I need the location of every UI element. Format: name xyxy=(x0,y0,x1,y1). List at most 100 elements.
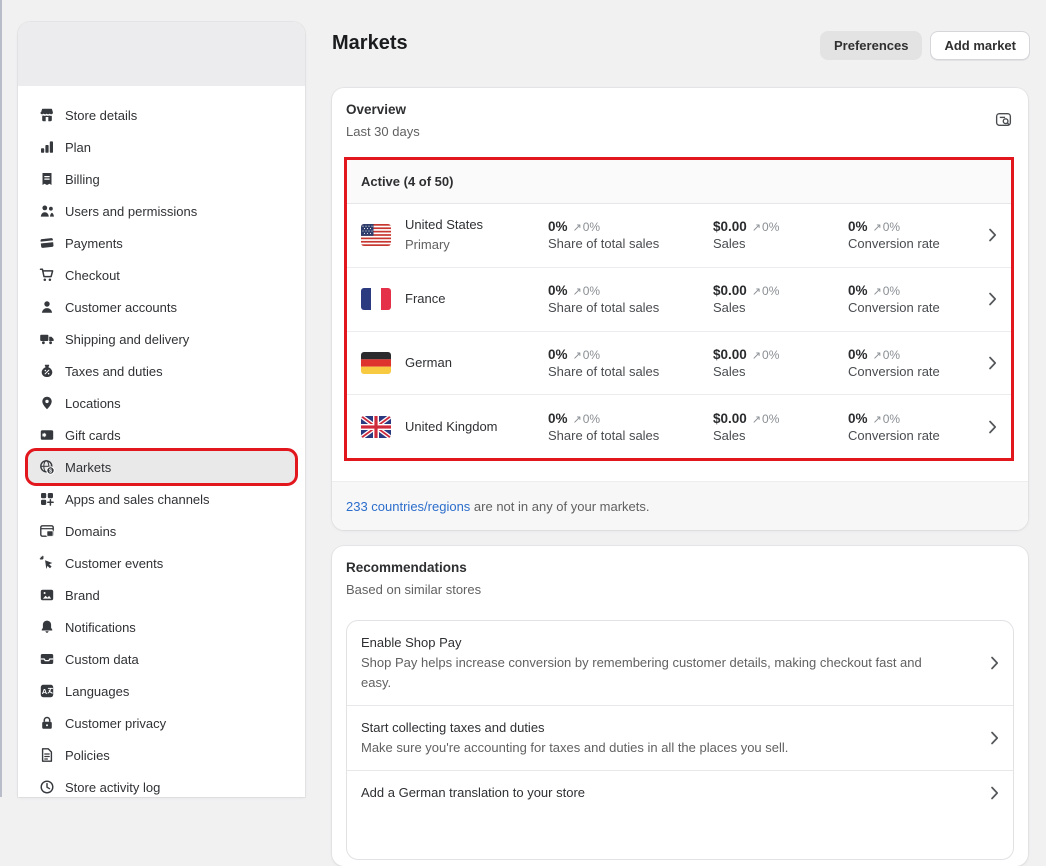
market-row-united-kingdom[interactable]: United Kingdom 0%↗0% Share of total sale… xyxy=(347,394,1011,458)
sidebar-item-customer-privacy[interactable]: Customer privacy xyxy=(28,707,295,739)
truck-icon xyxy=(38,331,55,348)
location-pin-icon xyxy=(38,395,55,412)
sidebar-item-label: Customer privacy xyxy=(65,716,166,731)
sidebar-item-label: Customer events xyxy=(65,556,163,571)
sidebar-item-locations[interactable]: Locations xyxy=(28,387,295,419)
sidebar-item-customer-events[interactable]: Customer events xyxy=(28,547,295,579)
sidebar-item-label: Brand xyxy=(65,588,100,603)
person-icon xyxy=(38,299,55,316)
header-actions: Preferences Add market xyxy=(820,31,1030,60)
custom-data-icon xyxy=(38,651,55,668)
recommendation-description: Make sure you're accounting for taxes an… xyxy=(361,738,939,758)
stat-sales: $0.00↗0% Sales xyxy=(713,283,848,315)
market-row-france[interactable]: France 0%↗0% Share of total sales $0.00↗… xyxy=(347,267,1011,331)
translate-icon: A xyxy=(38,683,55,700)
recommendation-add-german-translation[interactable]: Add a German translation to your store xyxy=(347,770,1013,815)
sidebar-item-billing[interactable]: Billing xyxy=(28,163,295,195)
trend-up-icon: ↗ xyxy=(873,221,882,234)
stat-share-of-total-sales: 0%↗0% Share of total sales xyxy=(548,283,713,315)
sidebar-item-label: Payments xyxy=(65,236,123,251)
apps-grid-icon xyxy=(38,491,55,508)
sidebar-item-store-details[interactable]: Store details xyxy=(28,99,295,131)
recommendation-enable-shop-pay[interactable]: Enable Shop Pay Shop Pay helps increase … xyxy=(347,621,1013,705)
trend-up-icon: ↗ xyxy=(573,413,582,426)
trend-up-icon: ↗ xyxy=(752,285,761,298)
market-row-german[interactable]: German 0%↗0% Share of total sales $0.00↗… xyxy=(347,331,1011,395)
sidebar-item-label: Custom data xyxy=(65,652,139,667)
bell-icon xyxy=(38,619,55,636)
sidebar-item-policies[interactable]: Policies xyxy=(28,739,295,771)
overview-card: Overview Last 30 days Active (4 of 50) U… xyxy=(332,88,1028,530)
sidebar-item-checkout[interactable]: Checkout xyxy=(28,259,295,291)
sidebar-item-users-and-permissions[interactable]: Users and permissions xyxy=(28,195,295,227)
preferences-button[interactable]: Preferences xyxy=(820,31,922,60)
sidebar-item-store-activity-log[interactable]: Store activity log xyxy=(28,771,295,803)
sidebar-item-label: Taxes and duties xyxy=(65,364,163,379)
stat-sales: $0.00↗0% Sales xyxy=(713,411,848,443)
sidebar-item-label: Shipping and delivery xyxy=(65,332,189,347)
sidebar-item-apps-and-sales-channels[interactable]: Apps and sales channels xyxy=(28,483,295,515)
recommendation-start-collecting-taxes[interactable]: Start collecting taxes and duties Make s… xyxy=(347,705,1013,770)
sidebar-item-label: Policies xyxy=(65,748,110,763)
sidebar-item-label: Store details xyxy=(65,108,137,123)
uk-flag-icon xyxy=(361,416,391,438)
chevron-right-icon xyxy=(985,786,999,800)
trend-up-icon: ↗ xyxy=(873,285,882,298)
sidebar-item-custom-data[interactable]: Custom data xyxy=(28,643,295,675)
recommendation-title: Add a German translation to your store xyxy=(361,783,973,803)
trend-up-icon: ↗ xyxy=(573,221,582,234)
sidebar-item-domains[interactable]: Domains xyxy=(28,515,295,547)
markets-settings-page: { "page": { "title": "Markets" }, "heade… xyxy=(0,0,1046,797)
recommendation-description: Shop Pay helps increase conversion by re… xyxy=(361,653,939,693)
recommendations-list: Enable Shop Pay Shop Pay helps increase … xyxy=(346,620,1014,860)
sidebar-item-shipping-and-delivery[interactable]: Shipping and delivery xyxy=(28,323,295,355)
trend-up-icon: ↗ xyxy=(573,285,582,298)
sidebar-item-label: Apps and sales channels xyxy=(65,492,210,507)
stat-conversion-rate: 0%↗0% Conversion rate xyxy=(848,347,983,379)
sidebar-item-label: Billing xyxy=(65,172,100,187)
recommendations-title: Recommendations xyxy=(346,560,467,575)
view-report-button[interactable] xyxy=(992,108,1014,130)
chevron-right-icon xyxy=(985,656,999,670)
stat-sales: $0.00↗0% Sales xyxy=(713,219,848,251)
sidebar-item-plan[interactable]: Plan xyxy=(28,131,295,163)
brand-image-icon xyxy=(38,587,55,604)
market-name: France xyxy=(405,289,548,309)
active-markets-list: United States Primary 0%↗0% Share of tot… xyxy=(347,204,1011,458)
market-row-united-states[interactable]: United States Primary 0%↗0% Share of tot… xyxy=(347,204,1011,267)
page-title: Markets xyxy=(332,32,408,55)
sidebar-item-label: Languages xyxy=(65,684,129,699)
active-markets-header: Active (4 of 50) xyxy=(347,160,1011,204)
stat-share-of-total-sales: 0%↗0% Share of total sales xyxy=(548,347,713,379)
sidebar-item-gift-cards[interactable]: Gift cards xyxy=(28,419,295,451)
recommendation-title: Start collecting taxes and duties xyxy=(361,718,973,738)
recommendation-title: Enable Shop Pay xyxy=(361,633,973,653)
sidebar-item-customer-accounts[interactable]: Customer accounts xyxy=(28,291,295,323)
chevron-right-icon xyxy=(983,356,997,370)
recommendations-subtitle: Based on similar stores xyxy=(346,582,481,597)
sidebar-item-languages[interactable]: A Languages xyxy=(28,675,295,707)
countries-regions-link[interactable]: 233 countries/regions xyxy=(346,499,470,514)
svg-text:A: A xyxy=(41,687,47,696)
sidebar-item-label: Users and permissions xyxy=(65,204,197,219)
chevron-right-icon xyxy=(983,420,997,434)
cursor-click-icon xyxy=(38,555,55,572)
money-bag-icon xyxy=(38,363,55,380)
sidebar-item-label: Gift cards xyxy=(65,428,121,443)
germany-flag-icon xyxy=(361,352,391,374)
stat-conversion-rate: 0%↗0% Conversion rate xyxy=(848,219,983,251)
sidebar-item-notifications[interactable]: Notifications xyxy=(28,611,295,643)
globe-dollar-icon: $ xyxy=(38,459,55,476)
sidebar-item-markets[interactable]: $ Markets xyxy=(28,451,295,483)
activity-clock-icon xyxy=(38,779,55,796)
stat-share-of-total-sales: 0%↗0% Share of total sales xyxy=(548,411,713,443)
sidebar-item-label: Domains xyxy=(65,524,116,539)
sidebar-item-payments[interactable]: Payments xyxy=(28,227,295,259)
add-market-button[interactable]: Add market xyxy=(930,31,1030,60)
sidebar-item-label: Customer accounts xyxy=(65,300,177,315)
sidebar-item-brand[interactable]: Brand xyxy=(28,579,295,611)
checkout-cart-icon xyxy=(38,267,55,284)
sidebar-item-label: Store activity log xyxy=(65,780,160,795)
billing-receipt-icon xyxy=(38,171,55,188)
sidebar-item-taxes-and-duties[interactable]: Taxes and duties xyxy=(28,355,295,387)
